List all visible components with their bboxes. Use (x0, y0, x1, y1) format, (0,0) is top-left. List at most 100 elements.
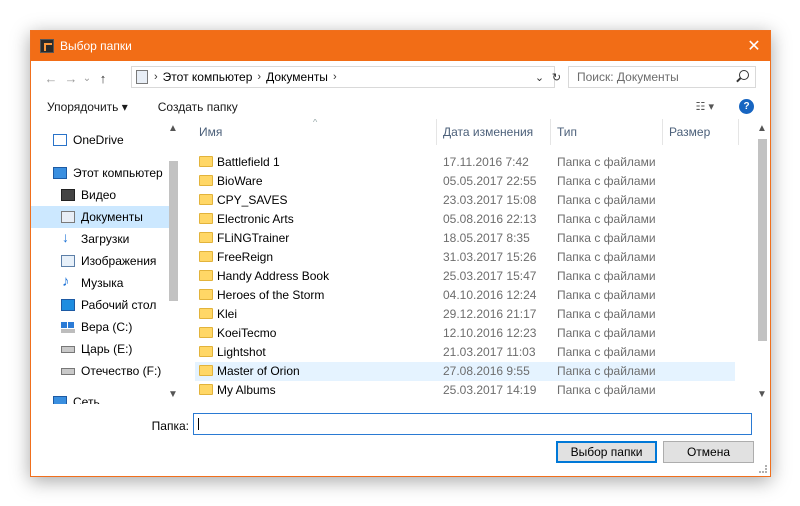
scrollbar-thumb[interactable] (758, 139, 767, 341)
close-button[interactable]: ✕ (738, 31, 770, 61)
folder-icon (199, 365, 213, 376)
command-toolbar: Упорядочить ▾ Создать папку ☷ ▾ ? (31, 95, 770, 119)
column-header-name[interactable]: Имя ^ (195, 119, 437, 145)
nav-item-label: Вера (C:) (81, 320, 133, 334)
row-name: Master of Orion (217, 364, 300, 378)
column-header-label: Тип (557, 125, 578, 139)
column-header-type[interactable]: Тип (553, 119, 663, 145)
row-date: 23.03.2017 15:08 (443, 193, 537, 207)
breadcrumb-separator: › (154, 71, 158, 83)
nav-item-downloads[interactable]: Загрузки (31, 228, 173, 250)
downloads-icon (61, 229, 75, 245)
up-arrow-icon[interactable]: ↑ (93, 71, 113, 86)
navigation-scrollbar[interactable]: ▲ ▼ (165, 119, 181, 404)
title-bar[interactable]: Выбор папки ✕ (31, 31, 770, 61)
search-icon[interactable] (739, 70, 749, 80)
folder-icon (199, 289, 213, 300)
nav-item-label: Музыка (81, 276, 124, 290)
table-row[interactable]: CPY_SAVES 23.03.2017 15:08 Папка с файла… (195, 191, 735, 210)
nav-item-video[interactable]: Видео (31, 184, 173, 206)
scroll-down-arrow-icon[interactable]: ▼ (165, 389, 181, 403)
folder-icon (199, 232, 213, 243)
table-row[interactable]: Battlefield 1 17.11.2016 7:42 Папка с фа… (195, 153, 735, 172)
table-row[interactable]: Handy Address Book 25.03.2017 15:47 Папк… (195, 267, 735, 286)
row-type: Папка с файлами (557, 383, 656, 397)
new-folder-button[interactable]: Создать папку (158, 100, 238, 114)
nav-item-drive-f[interactable]: Отечество (F:) (31, 360, 173, 382)
documents-icon (61, 211, 75, 223)
row-date: 21.03.2017 11:03 (443, 345, 536, 359)
row-type: Папка с файлами (557, 174, 656, 188)
column-header-date[interactable]: Дата изменения (439, 119, 551, 145)
search-input[interactable]: Поиск: Документы (568, 66, 756, 88)
nav-item-desktop[interactable]: Рабочий стол (31, 294, 173, 316)
table-row[interactable]: Master of Orion 27.08.2016 9:55 Папка с … (195, 362, 735, 381)
row-date: 27.08.2016 9:55 (443, 364, 530, 378)
onedrive-icon (53, 134, 67, 146)
address-dropdown-chevron-icon[interactable]: ⌄ (535, 71, 544, 84)
back-arrow-icon[interactable]: ← (41, 71, 61, 86)
nav-item-pictures[interactable]: Изображения (31, 250, 173, 272)
folder-icon (199, 384, 213, 395)
row-type: Папка с файлами (557, 155, 656, 169)
row-date: 31.03.2017 15:26 (443, 250, 537, 264)
nav-item-label: Царь (E:) (81, 342, 133, 356)
nav-item-documents[interactable]: Документы (31, 206, 173, 228)
organize-button[interactable]: Упорядочить ▾ (47, 100, 128, 114)
resize-grip-icon[interactable] (759, 465, 767, 473)
folder-name-input[interactable] (193, 413, 752, 435)
table-row[interactable]: FLiNGTrainer 18.05.2017 8:35 Папка с фай… (195, 229, 735, 248)
select-folder-button[interactable]: Выбор папки (556, 441, 657, 463)
refresh-icon[interactable]: ↻ (552, 71, 561, 84)
row-name: Klei (217, 307, 238, 321)
file-list-scrollbar[interactable]: ▲ ▼ (753, 119, 770, 404)
view-options-icon[interactable]: ☷ ▾ (696, 100, 714, 113)
recent-locations-chevron-icon[interactable]: ⌄ (81, 73, 93, 84)
address-bar: ← → ⌄ ↑ › Этот компьютер › Документы › ⌄… (31, 61, 770, 95)
help-icon[interactable]: ? (739, 99, 754, 114)
nav-item-this-pc[interactable]: Этот компьютер (31, 162, 173, 184)
scroll-up-arrow-icon[interactable]: ▲ (753, 123, 770, 137)
scroll-down-arrow-icon[interactable]: ▼ (753, 389, 770, 403)
table-row[interactable]: Klei 29.12.2016 21:17 Папка с файлами (195, 305, 735, 324)
table-row[interactable]: FreeReign 31.03.2017 15:26 Папка с файла… (195, 248, 735, 267)
folder-icon (199, 175, 213, 186)
scroll-up-arrow-icon[interactable]: ▲ (165, 123, 181, 137)
folder-icon (199, 346, 213, 357)
table-row[interactable]: KoeiTecmo 12.10.2016 12:23 Папка с файла… (195, 324, 735, 343)
row-type: Папка с файлами (557, 364, 656, 378)
breadcrumb-this-pc[interactable]: Этот компьютер (163, 70, 253, 84)
table-row[interactable]: Heroes of the Storm 04.10.2016 12:24 Пап… (195, 286, 735, 305)
nav-item-drive-c[interactable]: Вера (C:) (31, 316, 173, 338)
column-header-label: Дата изменения (443, 125, 534, 139)
drive-icon (61, 367, 75, 375)
row-name: BioWare (217, 174, 263, 188)
row-date: 29.12.2016 21:17 (443, 307, 537, 321)
table-row[interactable]: My Albums 25.03.2017 14:19 Папка с файла… (195, 381, 735, 400)
scrollbar-thumb[interactable] (169, 161, 178, 301)
nav-item-drive-e[interactable]: Царь (E:) (31, 338, 173, 360)
windows-drive-icon (61, 321, 75, 333)
nav-item-onedrive[interactable]: OneDrive (31, 129, 173, 151)
nav-item-music[interactable]: Музыка (31, 272, 173, 294)
folder-icon (199, 308, 213, 319)
column-header-size[interactable]: Размер (665, 119, 739, 145)
breadcrumb-documents[interactable]: Документы (266, 70, 328, 84)
row-date: 05.05.2017 22:55 (443, 174, 537, 188)
address-actions: ⌄ ↻ (531, 66, 565, 88)
music-icon (61, 273, 75, 290)
breadcrumb[interactable]: › Этот компьютер › Документы › (131, 66, 555, 88)
sort-ascending-icon: ^ (313, 119, 318, 127)
folder-icon (199, 251, 213, 262)
nav-item-label: Рабочий стол (81, 298, 157, 312)
table-row[interactable]: Electronic Arts 05.08.2016 22:13 Папка с… (195, 210, 735, 229)
nav-item-label: Изображения (81, 254, 157, 268)
cancel-button[interactable]: Отмена (663, 441, 754, 463)
nav-item-network[interactable]: Сеть (31, 391, 173, 404)
folder-icon (199, 270, 213, 281)
row-name: CPY_SAVES (217, 193, 288, 207)
forward-arrow-icon[interactable]: → (61, 71, 81, 86)
table-row[interactable]: Lightshot 21.03.2017 11:03 Папка с файла… (195, 343, 735, 362)
nav-item-label: Сеть (73, 395, 100, 404)
table-row[interactable]: BioWare 05.05.2017 22:55 Папка с файлами (195, 172, 735, 191)
